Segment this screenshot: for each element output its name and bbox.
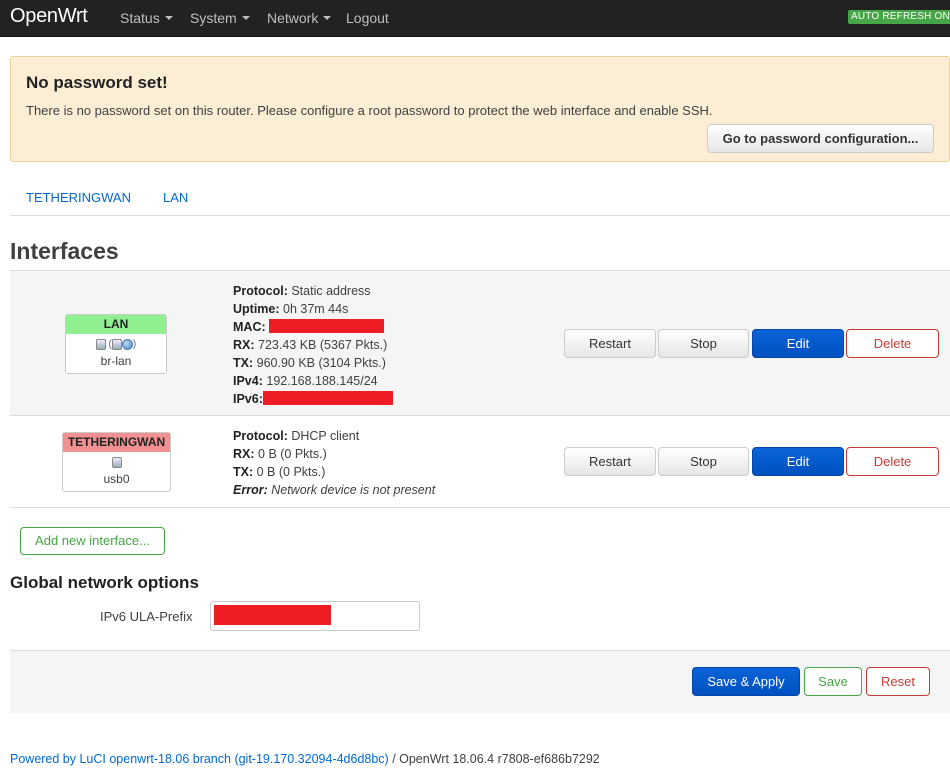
info-line: MAC: (233, 318, 393, 336)
interface-device-icons: () (66, 339, 166, 353)
info-label: RX: (233, 338, 255, 352)
info-value: DHCP client (291, 429, 360, 443)
info-line: IPv4: 192.168.188.145/24 (233, 372, 393, 390)
menu-network[interactable]: Network (267, 10, 332, 26)
info-label: IPv4: (233, 374, 263, 388)
auto-refresh-badge[interactable]: AUTO REFRESH ON (848, 10, 950, 24)
info-line: Protocol: DHCP client (233, 427, 435, 445)
menu-status-label: Status (120, 10, 160, 26)
info-label: RX: (233, 447, 255, 461)
reset-button[interactable]: Reset (866, 667, 930, 696)
redacted-mac (269, 319, 385, 333)
info-label: MAC: (233, 320, 266, 334)
info-label: Protocol: (233, 284, 288, 298)
interface-info-lan: Protocol: Static address Uptime: 0h 37m … (233, 282, 393, 408)
edit-button[interactable]: Edit (752, 329, 844, 358)
alert-title: No password set! (26, 73, 168, 92)
info-value: 192.168.188.145/24 (266, 374, 378, 388)
menu-network-label: Network (267, 10, 319, 26)
info-value: 0 B (0 Pkts.) (256, 465, 326, 479)
menu-logout[interactable]: Logout (346, 10, 389, 26)
edit-button[interactable]: Edit (752, 447, 844, 476)
info-line: RX: 723.43 KB (5367 Pkts.) (233, 336, 393, 354)
top-navbar: OpenWrt Status System Network Logout AUT… (0, 0, 950, 37)
interface-name: LAN (66, 315, 166, 334)
menu-system[interactable]: System (190, 10, 250, 26)
error-label: Error: (233, 483, 268, 497)
interface-tabs: TETHERINGWAN LAN (10, 184, 950, 216)
info-line: IPv6: (233, 390, 393, 408)
info-line: RX: 0 B (0 Pkts.) (233, 445, 435, 463)
interface-badge-tetheringwan: TETHERINGWAN usb0 (62, 432, 171, 492)
info-line: Protocol: Static address (233, 282, 393, 300)
interface-device: usb0 (103, 472, 130, 486)
interfaces-heading: Interfaces (10, 238, 119, 264)
delete-button[interactable]: Delete (846, 329, 939, 358)
interface-name: TETHERINGWAN (63, 433, 170, 452)
chevron-down-icon (241, 16, 250, 20)
no-password-alert: No password set! There is no password se… (10, 56, 950, 162)
ethernet-icon (95, 339, 106, 350)
info-line: Error: Network device is not present (233, 481, 435, 499)
stop-button[interactable]: Stop (658, 329, 749, 358)
chevron-down-icon (323, 16, 332, 20)
info-label: TX: (233, 356, 254, 370)
info-value: Static address (291, 284, 371, 298)
password-config-button[interactable]: Go to password configuration... (707, 124, 934, 153)
ula-prefix-input[interactable] (210, 601, 420, 631)
interface-row-tetheringwan: TETHERINGWAN usb0 Protocol: DHCP client … (10, 416, 950, 508)
info-label: Protocol: (233, 429, 288, 443)
tab-tetheringwan[interactable]: TETHERINGWAN (26, 190, 131, 205)
chevron-down-icon (164, 16, 173, 20)
save-apply-button[interactable]: Save & Apply (692, 667, 800, 696)
info-value: 960.90 KB (3104 Pkts.) (256, 356, 386, 370)
interface-badge-lan: LAN () br-lan (65, 314, 167, 374)
interface-device-icons (63, 457, 170, 471)
save-button[interactable]: Save (804, 667, 862, 696)
restart-button[interactable]: Restart (564, 447, 656, 476)
brand-logo[interactable]: OpenWrt (10, 5, 88, 28)
alert-text: There is no password set on this router.… (26, 103, 713, 118)
menu-system-label: System (190, 10, 237, 26)
ethernet-icon (111, 339, 122, 350)
wifi-globe-icon (121, 339, 133, 350)
ethernet-icon (111, 457, 122, 468)
interfaces-table: LAN () br-lan Protocol: Static address U… (10, 270, 950, 508)
form-actions: Save & Apply Save Reset (10, 650, 950, 713)
redacted-ula-value (214, 605, 331, 625)
info-label: TX: (233, 465, 254, 479)
global-options-heading: Global network options (10, 573, 199, 592)
openwrt-version: / OpenWrt 18.06.4 r7808-ef686b7292 (388, 752, 600, 766)
delete-button[interactable]: Delete (846, 447, 939, 476)
stop-button[interactable]: Stop (658, 447, 749, 476)
redacted-ipv6 (262, 391, 393, 405)
interface-device: br-lan (100, 354, 132, 368)
add-interface-button[interactable]: Add new interface... (20, 527, 165, 555)
interface-row-lan: LAN () br-lan Protocol: Static address U… (10, 270, 950, 416)
footer: Powered by LuCI openwrt-18.06 branch (gi… (10, 752, 600, 766)
interface-info-tetheringwan: Protocol: DHCP client RX: 0 B (0 Pkts.) … (233, 427, 435, 499)
ula-prefix-label: IPv6 ULA-Prefix (100, 609, 193, 624)
error-value: Network device is not present (271, 483, 436, 497)
menu-status[interactable]: Status (120, 10, 173, 26)
restart-button[interactable]: Restart (564, 329, 656, 358)
info-value: 0h 37m 44s (283, 302, 349, 316)
info-line: Uptime: 0h 37m 44s (233, 300, 393, 318)
info-line: TX: 960.90 KB (3104 Pkts.) (233, 354, 393, 372)
info-label: IPv6: (233, 392, 263, 406)
tab-lan[interactable]: LAN (163, 190, 188, 205)
info-value: 723.43 KB (5367 Pkts.) (258, 338, 388, 352)
info-label: Uptime: (233, 302, 280, 316)
info-value: 0 B (0 Pkts.) (258, 447, 327, 461)
luci-version-link[interactable]: Powered by LuCI openwrt-18.06 branch (gi… (10, 752, 389, 766)
info-line: TX: 0 B (0 Pkts.) (233, 463, 435, 481)
